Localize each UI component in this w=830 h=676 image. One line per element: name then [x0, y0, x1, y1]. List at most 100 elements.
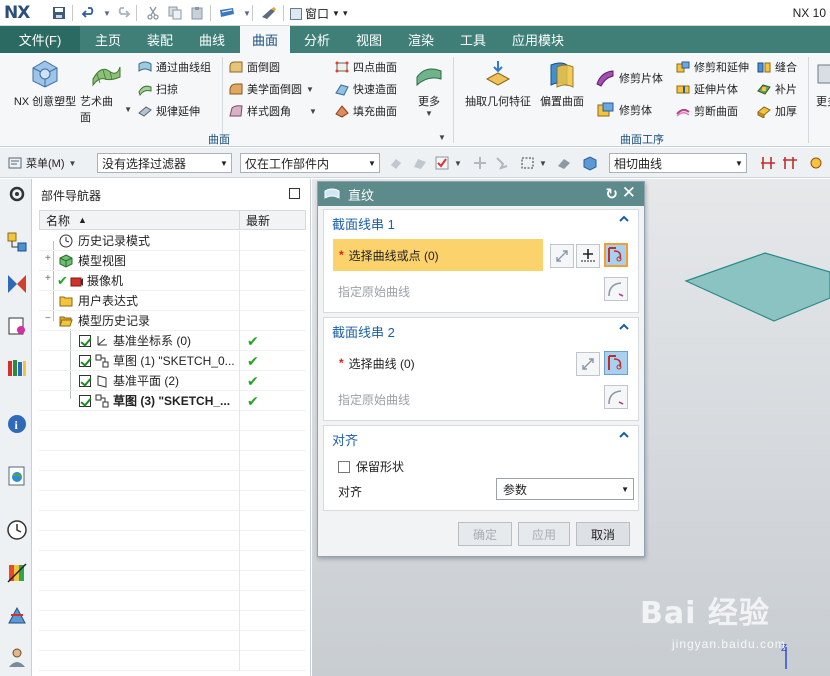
face-blend-button[interactable]: 面倒圆: [229, 58, 280, 76]
collapse-caret-icon[interactable]: [618, 429, 630, 441]
select-curve-2[interactable]: * 选择曲线 (0): [333, 347, 543, 379]
tree-row-model-views[interactable]: + 模型视图: [39, 251, 306, 271]
studio-surface-button[interactable]: 艺术曲面 ▼: [80, 59, 132, 125]
redo-icon[interactable]: [114, 4, 132, 22]
origin-curve-button-2[interactable]: [604, 385, 628, 409]
tree-row-model-history[interactable]: − 模型历史记录: [39, 311, 306, 331]
curve-selection-button-2[interactable]: [604, 351, 628, 375]
stop-at-intersection-icon[interactable]: [760, 155, 776, 171]
selection-scope-select[interactable]: 仅在工作部件内 ▼: [240, 153, 380, 173]
trim-and-extend-button[interactable]: 修剪和延伸: [676, 58, 749, 76]
general-selection-icon[interactable]: [388, 155, 404, 171]
copy-icon[interactable]: [166, 4, 184, 22]
chain-within-feature-icon[interactable]: [808, 155, 824, 171]
feature-visible-checkbox[interactable]: [79, 395, 91, 407]
trim-body-button[interactable]: 修剪体: [595, 99, 652, 121]
maximize-navigator-icon[interactable]: [289, 188, 300, 199]
tree-row-datum-plane[interactable]: 基准平面 (2) ✔: [39, 371, 306, 391]
assembly-navigator-icon[interactable]: [6, 231, 28, 253]
tree-row-sketch-3[interactable]: 草图 (3) "SKETCH_... ✔: [39, 391, 306, 411]
aesthetic-face-blend-button[interactable]: 美学面倒圆 ▼: [229, 80, 314, 98]
curve-rule-select[interactable]: 相切曲线 ▼: [609, 153, 747, 173]
file-menu-tab[interactable]: 文件(F): [0, 26, 80, 53]
collapse-icon[interactable]: −: [45, 314, 54, 324]
save-icon[interactable]: [50, 4, 68, 22]
constraint-navigator-icon[interactable]: [6, 273, 28, 295]
through-curves-button[interactable]: 通过曲线组: [138, 58, 211, 76]
reverse-direction-button-2[interactable]: [576, 352, 600, 376]
section-2-title[interactable]: 截面线串 2: [332, 322, 395, 341]
surface-group-dropdown-icon[interactable]: ▼: [438, 133, 446, 142]
tree-row-sketch-1[interactable]: 草图 (1) "SKETCH_0... ✔: [39, 351, 306, 371]
extract-geometry-button[interactable]: 抽取几何特征: [462, 59, 534, 109]
part-navigator-icon[interactable]: [6, 315, 28, 337]
quick-pick-icon[interactable]: [494, 155, 510, 171]
tab-tools[interactable]: 工具: [449, 26, 497, 53]
section-1-title[interactable]: 截面线串 1: [332, 214, 395, 233]
tree-row-history-mode[interactable]: 历史记录模式: [39, 231, 306, 251]
curve-selection-button[interactable]: [604, 243, 628, 267]
alignment-title[interactable]: 对齐: [332, 430, 358, 449]
command-dropdown-icon[interactable]: ▼: [238, 4, 256, 22]
feature-visible-checkbox[interactable]: [79, 355, 91, 367]
close-icon[interactable]: ✕: [622, 183, 636, 203]
expand-icon[interactable]: +: [45, 274, 54, 284]
styled-blend-button[interactable]: 样式圆角 ▼: [229, 102, 317, 120]
tree-row-cameras[interactable]: + ✔ 摄像机: [39, 271, 306, 291]
feature-visible-checkbox[interactable]: [79, 375, 91, 387]
ok-button[interactable]: 确定: [458, 522, 512, 546]
tab-curve[interactable]: 曲线: [188, 26, 236, 53]
cut-icon[interactable]: [144, 4, 162, 22]
show-hide-icon[interactable]: [556, 155, 572, 171]
tab-application[interactable]: 应用模块: [503, 26, 573, 53]
undo-icon[interactable]: [80, 4, 98, 22]
dialog-title-bar[interactable]: 直纹: [318, 182, 644, 206]
window-menu[interactable]: 窗口 ▼ ▾: [290, 5, 347, 22]
rectangle-select-icon[interactable]: [520, 155, 536, 171]
touch-mode-icon[interactable]: [260, 4, 278, 22]
collapse-caret-icon[interactable]: [618, 213, 630, 225]
alignment-method-select[interactable]: 参数 ▼: [496, 478, 634, 500]
feature-selection-icon[interactable]: [412, 155, 428, 171]
nx-realize-shape-button[interactable]: NX 创意塑型: [12, 59, 78, 109]
tab-view[interactable]: 视图: [345, 26, 393, 53]
preserve-shape-option[interactable]: 保留形状: [338, 458, 404, 475]
select-all-icon[interactable]: [434, 155, 450, 171]
roles-icon[interactable]: [6, 647, 28, 669]
offset-surface-button[interactable]: 偏置曲面: [536, 59, 588, 109]
fill-surface-button[interactable]: 填充曲面: [335, 102, 397, 120]
sew-button[interactable]: 缝合: [757, 58, 797, 76]
process-studio-icon[interactable]: [6, 605, 28, 627]
customize-dropdown-icon[interactable]: ▾: [343, 8, 348, 19]
reverse-direction-button[interactable]: [550, 244, 574, 268]
collapse-caret-icon[interactable]: [618, 321, 630, 333]
four-point-surface-button[interactable]: 四点曲面: [335, 58, 397, 76]
web-browser-icon[interactable]: [6, 465, 28, 487]
select-curve-or-point-1[interactable]: * 选择曲线或点 (0): [333, 239, 543, 271]
tree-row-user-expressions[interactable]: 用户表达式: [39, 291, 306, 311]
tab-home[interactable]: 主页: [84, 26, 132, 53]
feature-visible-checkbox[interactable]: [79, 335, 91, 347]
preserve-shape-checkbox[interactable]: [338, 460, 350, 473]
tab-assemblies[interactable]: 装配: [136, 26, 184, 53]
swept-button[interactable]: 扫掠: [138, 80, 178, 98]
tab-surface[interactable]: 曲面: [240, 26, 290, 53]
system-materials-icon[interactable]: [6, 562, 28, 584]
ops-more-button[interactable]: 更多: [812, 59, 830, 109]
reset-icon[interactable]: ↻: [605, 185, 618, 203]
hd3d-tools-icon[interactable]: i: [6, 413, 28, 435]
divide-face-button[interactable]: 剪断曲面: [676, 102, 738, 120]
follow-fillet-icon[interactable]: [782, 155, 798, 171]
law-extension-button[interactable]: 规律延伸: [138, 102, 200, 120]
thicken-button[interactable]: 加厚: [757, 102, 797, 120]
settings-gear-icon[interactable]: [6, 183, 28, 205]
trim-sheet-button[interactable]: 修剪片体: [595, 67, 663, 89]
reuse-library-icon[interactable]: [6, 357, 28, 379]
patch-button[interactable]: 补片: [757, 80, 797, 98]
extend-sheet-button[interactable]: 延伸片体: [676, 80, 738, 98]
column-latest-header[interactable]: 最新: [240, 211, 270, 229]
command-finder-icon[interactable]: [218, 4, 236, 22]
expand-icon[interactable]: +: [45, 254, 54, 264]
origin-curve-button-1[interactable]: [604, 277, 628, 301]
snap-point-icon[interactable]: [472, 155, 488, 171]
